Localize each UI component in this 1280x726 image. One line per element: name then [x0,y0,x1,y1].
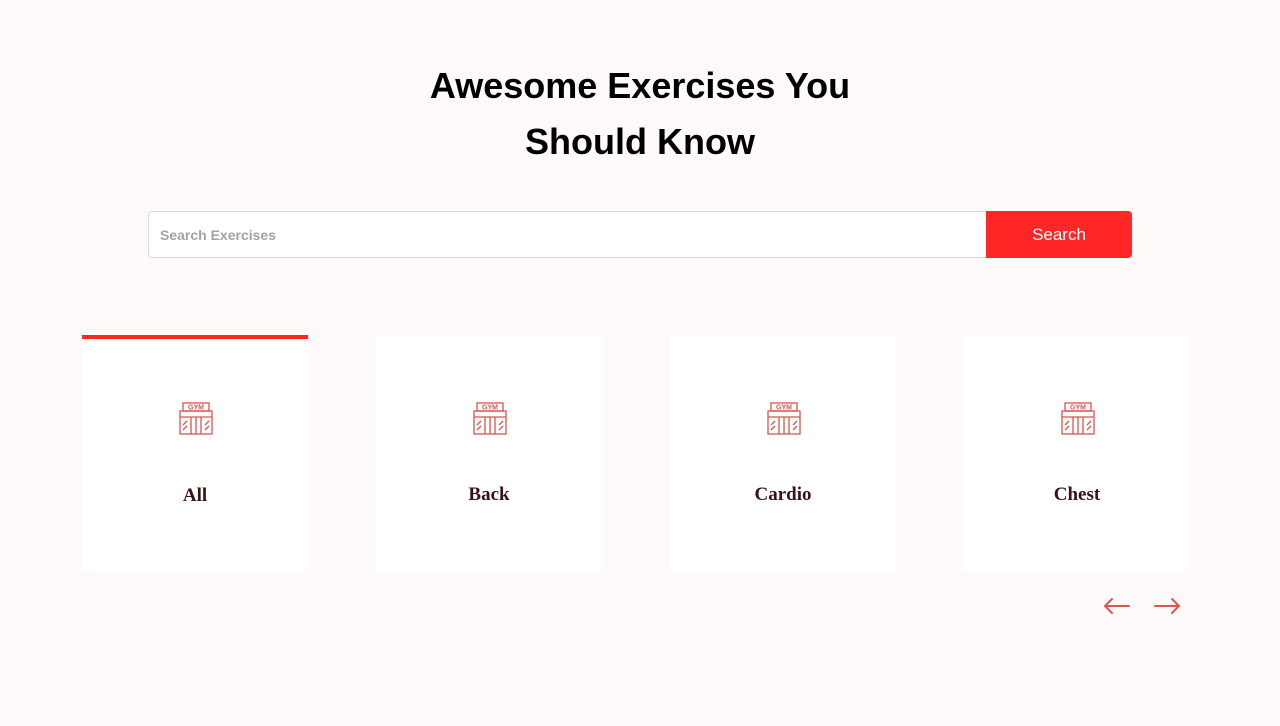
svg-text:GYM: GYM [1070,405,1086,412]
category-card-cardio[interactable]: GYM Cardio [670,335,896,571]
search-button[interactable]: Search [986,211,1132,258]
svg-text:GYM: GYM [776,405,792,412]
category-label: Chest [1053,484,1101,505]
page-title: Awesome Exercises You Should Know [0,58,1280,170]
category-label: All [182,485,208,506]
search-bar: Search [148,211,1132,258]
gym-icon: GYM [767,402,801,435]
search-input[interactable] [148,211,986,258]
arrow-right-icon[interactable] [1152,592,1182,620]
page-title-line-2: Should Know [525,121,755,162]
svg-text:GYM: GYM [188,405,204,412]
gym-icon: GYM [1061,402,1095,435]
category-label: Cardio [754,484,812,505]
category-card-all[interactable]: GYM All [82,335,308,571]
gym-icon: GYM [179,402,213,435]
arrow-left-icon[interactable] [1102,592,1132,620]
page-title-line-1: Awesome Exercises You [429,65,851,106]
category-card-chest[interactable]: GYM Chest [964,335,1190,571]
category-card-back[interactable]: GYM Back [376,335,602,571]
svg-text:GYM: GYM [482,405,498,412]
gym-icon: GYM [473,402,507,435]
category-label: Back [468,484,510,505]
